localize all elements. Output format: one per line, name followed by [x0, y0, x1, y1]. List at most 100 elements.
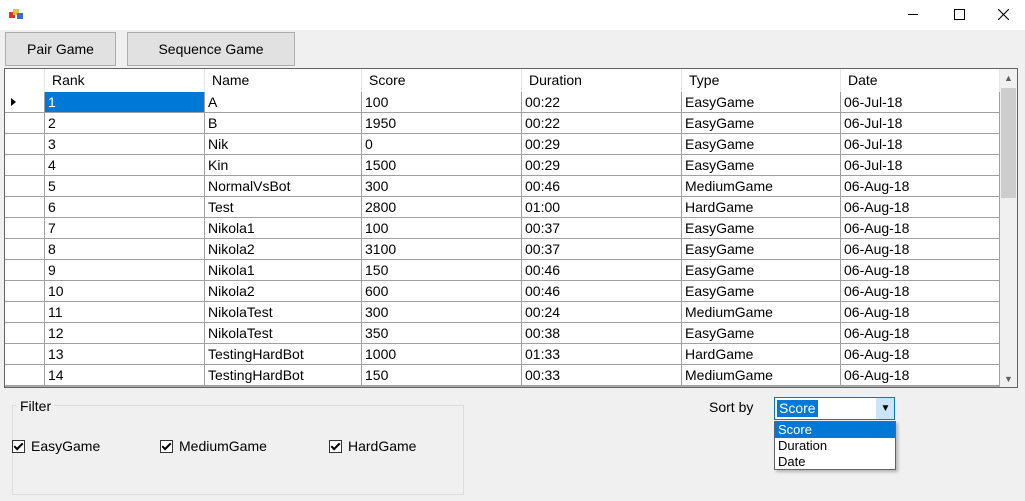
cell-type[interactable]: EasyGame: [682, 113, 841, 134]
row-header[interactable]: [5, 260, 45, 281]
cell-type[interactable]: EasyGame: [682, 218, 841, 239]
pair-game-button[interactable]: Pair Game: [5, 32, 116, 66]
checkbox-checked-icon[interactable]: [12, 439, 25, 453]
table-row[interactable]: 12 NikolaTest 350 00:38 EasyGame 06-Aug-18: [5, 323, 1000, 344]
cell-rank[interactable]: 3: [45, 134, 205, 155]
chevron-down-icon[interactable]: ▼: [876, 398, 894, 419]
cell-duration[interactable]: 01:00: [522, 197, 682, 218]
cell-date[interactable]: 06-Jul-18: [841, 113, 1000, 134]
cell-score[interactable]: 0: [362, 134, 522, 155]
cell-rank[interactable]: 8: [45, 239, 205, 260]
cell-name[interactable]: A: [205, 92, 362, 113]
cell-type[interactable]: MediumGame: [682, 176, 841, 197]
cell-date[interactable]: 06-Jul-18: [841, 92, 1000, 113]
cell-type[interactable]: EasyGame: [682, 134, 841, 155]
cell-date[interactable]: 06-Aug-18: [841, 344, 1000, 365]
cell-score[interactable]: 1500: [362, 155, 522, 176]
cell-score[interactable]: 100: [362, 218, 522, 239]
cell-score[interactable]: 150: [362, 260, 522, 281]
cell-rank[interactable]: 11: [45, 302, 205, 323]
row-header[interactable]: [5, 302, 45, 323]
cell-rank[interactable]: 4: [45, 155, 205, 176]
table-row[interactable]: 9 Nikola1 150 00:46 EasyGame 06-Aug-18: [5, 260, 1000, 281]
column-header-rank[interactable]: Rank: [45, 69, 205, 92]
cell-duration[interactable]: 00:22: [522, 92, 682, 113]
cell-name[interactable]: NormalVsBot: [205, 176, 362, 197]
cell-rank[interactable]: 10: [45, 281, 205, 302]
row-header[interactable]: [5, 218, 45, 239]
cell-duration[interactable]: 00:37: [522, 239, 682, 260]
cell-type[interactable]: EasyGame: [682, 239, 841, 260]
cell-duration[interactable]: 00:37: [522, 218, 682, 239]
close-button[interactable]: [980, 0, 1025, 28]
cell-duration[interactable]: 01:33: [522, 344, 682, 365]
cell-duration[interactable]: 00:33: [522, 365, 682, 386]
cell-date[interactable]: 06-Aug-18: [841, 239, 1000, 260]
row-header[interactable]: [5, 344, 45, 365]
cell-type[interactable]: EasyGame: [682, 155, 841, 176]
sequence-game-button[interactable]: Sequence Game: [127, 32, 295, 66]
column-header-score[interactable]: Score: [362, 69, 522, 92]
cell-duration[interactable]: 00:29: [522, 134, 682, 155]
cell-duration[interactable]: 00:46: [522, 176, 682, 197]
cell-date[interactable]: 06-Aug-18: [841, 365, 1000, 386]
cell-rank[interactable]: 2: [45, 113, 205, 134]
cell-date[interactable]: 06-Aug-18: [841, 260, 1000, 281]
row-header[interactable]: [5, 113, 45, 134]
cell-type[interactable]: HardGame: [682, 344, 841, 365]
cell-date[interactable]: 06-Aug-18: [841, 176, 1000, 197]
cell-duration[interactable]: 00:46: [522, 281, 682, 302]
cell-score[interactable]: 2800: [362, 197, 522, 218]
table-row[interactable]: 8 Nikola2 3100 00:37 EasyGame 06-Aug-18: [5, 239, 1000, 260]
checkbox-checked-icon[interactable]: [329, 439, 342, 453]
cell-score[interactable]: 300: [362, 302, 522, 323]
cell-name[interactable]: Nikola2: [205, 239, 362, 260]
table-row[interactable]: 7 Nikola1 100 00:37 EasyGame 06-Aug-18: [5, 218, 1000, 239]
cell-date[interactable]: 06-Aug-18: [841, 197, 1000, 218]
column-header-duration[interactable]: Duration: [522, 69, 682, 92]
scores-grid[interactable]: Rank Name Score Duration Type Date 1 A 100…: [4, 68, 1018, 388]
column-header-name[interactable]: Name: [205, 69, 362, 92]
cell-name[interactable]: B: [205, 113, 362, 134]
cell-date[interactable]: 06-Aug-18: [841, 302, 1000, 323]
cell-name[interactable]: Nikola1: [205, 260, 362, 281]
sort-by-combobox[interactable]: Score ▼: [774, 397, 895, 420]
row-header[interactable]: [5, 239, 45, 260]
cell-date[interactable]: 06-Jul-18: [841, 134, 1000, 155]
cell-name[interactable]: NikolaTest: [205, 302, 362, 323]
row-header[interactable]: [5, 365, 45, 386]
maximize-button[interactable]: [936, 0, 982, 28]
minimize-button[interactable]: [890, 0, 936, 28]
cell-date[interactable]: 06-Aug-18: [841, 323, 1000, 344]
cell-name[interactable]: Kin: [205, 155, 362, 176]
cell-type[interactable]: HardGame: [682, 197, 841, 218]
cell-type[interactable]: EasyGame: [682, 281, 841, 302]
cell-name[interactable]: Nikola1: [205, 218, 362, 239]
cell-duration[interactable]: 00:29: [522, 155, 682, 176]
cell-type[interactable]: EasyGame: [682, 92, 841, 113]
easy-game-checkbox[interactable]: EasyGame: [12, 438, 100, 454]
table-row[interactable]: 14 TestingHardBot 150 00:33 MediumGame 06-Aug…: [5, 365, 1000, 386]
sort-option-date[interactable]: Date: [775, 454, 895, 470]
cell-score[interactable]: 300: [362, 176, 522, 197]
cell-type[interactable]: MediumGame: [682, 365, 841, 386]
medium-game-checkbox[interactable]: MediumGame: [160, 438, 267, 454]
cell-name[interactable]: Nik: [205, 134, 362, 155]
cell-duration[interactable]: 00:38: [522, 323, 682, 344]
cell-duration[interactable]: 00:22: [522, 113, 682, 134]
sort-option-score[interactable]: Score: [775, 422, 895, 438]
cell-score[interactable]: 350: [362, 323, 522, 344]
table-row[interactable]: 2 B 1950 00:22 EasyGame 06-Jul-18: [5, 113, 1000, 134]
table-row[interactable]: 10 Nikola2 600 00:46 EasyGame 06-Aug-18: [5, 281, 1000, 302]
cell-rank[interactable]: 12: [45, 323, 205, 344]
table-row[interactable]: 6 Test 2800 01:00 HardGame 06-Aug-18: [5, 197, 1000, 218]
table-row[interactable]: 5 NormalVsBot 300 00:46 MediumGame 06-Aug-18: [5, 176, 1000, 197]
cell-date[interactable]: 06-Jul-18: [841, 155, 1000, 176]
hard-game-checkbox[interactable]: HardGame: [329, 438, 416, 454]
cell-type[interactable]: MediumGame: [682, 302, 841, 323]
column-header-type[interactable]: Type: [682, 69, 841, 92]
table-row[interactable]: 1 A 100 00:22 EasyGame 06-Jul-18: [5, 92, 1000, 113]
cell-score[interactable]: 600: [362, 281, 522, 302]
table-row[interactable]: 3 Nik 0 00:29 EasyGame 06-Jul-18: [5, 134, 1000, 155]
vertical-scrollbar[interactable]: ▲ ▼: [1000, 69, 1017, 387]
